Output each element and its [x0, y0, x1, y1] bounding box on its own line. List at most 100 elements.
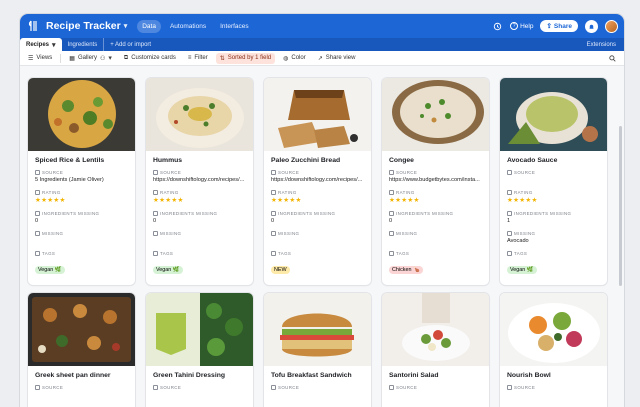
- gallery-view-button[interactable]: ▦ Gallery ⚇ ▾: [65, 52, 116, 64]
- recipe-photo: [382, 78, 489, 151]
- field-label-source: SOURCE: [507, 170, 600, 175]
- recipe-title: Greek sheet pan dinner: [35, 372, 111, 379]
- tag-pill: NEW: [271, 266, 290, 274]
- recipe-card[interactable]: Congee SOURCE https://www.budgetbytes.co…: [382, 78, 489, 285]
- help-button[interactable]: ? Help: [510, 22, 533, 30]
- base-name-menu[interactable]: Recipe Tracker ▾: [46, 20, 127, 32]
- list-icon: [507, 231, 512, 236]
- filter-icon: ≡: [187, 55, 192, 61]
- scrollbar[interactable]: [619, 126, 622, 286]
- views-label: Views: [36, 55, 53, 61]
- customize-cards-button[interactable]: ⧉ Customize cards: [120, 53, 180, 64]
- help-label: Help: [520, 22, 534, 30]
- field-label-tags: TAGS: [153, 251, 246, 256]
- extensions-button[interactable]: Extensions: [579, 38, 624, 51]
- share-view-button[interactable]: ↗ Share view: [314, 53, 360, 64]
- number-icon: [271, 211, 276, 216]
- divider: [60, 53, 62, 63]
- field-label-text: TAGS: [396, 251, 410, 256]
- customize-icon: ⧉: [123, 54, 129, 61]
- field-label-rating: RATING: [35, 190, 128, 195]
- field-label-text: MISSING: [42, 231, 64, 236]
- tab-interfaces[interactable]: Interfaces: [215, 20, 254, 33]
- field-label-missing-count: INGREDIENTS MISSING: [507, 211, 600, 216]
- field-label-text: TAGS: [160, 251, 174, 256]
- field-label-text: INGREDIENTS MISSING: [42, 211, 100, 216]
- rating-stars: ★★★★★: [271, 197, 302, 204]
- tag-icon: [389, 251, 394, 256]
- link-icon: [35, 385, 40, 390]
- field-label-text: TAGS: [42, 251, 56, 256]
- tab-data[interactable]: Data: [137, 19, 161, 33]
- recipe-card[interactable]: Greek sheet pan dinner SOURCE: [28, 293, 135, 407]
- recipe-card[interactable]: Green Tahini Dressing SOURCE: [146, 293, 253, 407]
- source-value: https://downshiftology.com/recipes/...: [153, 177, 245, 183]
- views-button[interactable]: ☰ Views: [24, 53, 56, 64]
- menu-icon: ☰: [28, 55, 34, 62]
- field-label-text: SOURCE: [278, 385, 300, 390]
- customize-label: Customize cards: [131, 55, 176, 61]
- number-icon: [389, 211, 394, 216]
- table-tab-ingredients[interactable]: Ingredients: [62, 38, 104, 51]
- notifications-icon[interactable]: [585, 19, 598, 33]
- star-icon: [153, 190, 158, 195]
- recipe-card[interactable]: Santorini Salad SOURCE: [382, 293, 489, 407]
- rating-stars: ★★★★★: [389, 197, 420, 204]
- recipe-title: Avocado Sauce: [507, 157, 558, 164]
- recipe-card[interactable]: Paleo Zucchini Bread SOURCE https://down…: [264, 78, 371, 285]
- field-label-missing: MISSING: [271, 231, 364, 236]
- filter-button[interactable]: ≡ Filter: [184, 53, 212, 63]
- field-label-tags: TAGS: [35, 251, 128, 256]
- recipe-title: Santorini Salad: [389, 372, 439, 379]
- recipe-photo: [264, 78, 371, 151]
- chevron-down-icon: ▾: [52, 41, 56, 49]
- rating-stars: ★★★★★: [35, 197, 66, 204]
- tag-icon: [35, 251, 40, 256]
- avatar[interactable]: [605, 19, 618, 33]
- field-label-text: MISSING: [160, 231, 182, 236]
- link-icon: [153, 170, 158, 175]
- field-label-tags: TAGS: [271, 251, 364, 256]
- field-label-text: SOURCE: [396, 170, 418, 175]
- recipe-photo: [28, 78, 135, 151]
- recipe-title: Spiced Rice & Lentils: [35, 157, 105, 164]
- field-label-source: SOURCE: [389, 385, 482, 390]
- color-button[interactable]: ◍ Color: [279, 53, 310, 64]
- tag-pill: Vegan 🌿: [153, 266, 183, 274]
- sort-icon: ⇅: [219, 55, 225, 62]
- field-label-text: TAGS: [278, 251, 292, 256]
- star-icon: [507, 190, 512, 195]
- add-or-import-button[interactable]: + Add or import: [103, 38, 157, 51]
- table-tab-recipes[interactable]: Recipes ▾: [20, 38, 62, 51]
- sort-label: Sorted by 1 field: [227, 55, 272, 61]
- recipe-title: Congee: [389, 157, 414, 164]
- tab-automations[interactable]: Automations: [165, 20, 211, 33]
- share-button[interactable]: ⇪ Share: [540, 20, 578, 32]
- base-logo-icon[interactable]: [26, 19, 40, 33]
- table-tab-label: Recipes: [26, 41, 50, 48]
- gallery: Spiced Rice & Lentils SOURCE 5 Ingredien…: [20, 66, 624, 407]
- search-icon[interactable]: [605, 53, 620, 64]
- field-label-rating: RATING: [507, 190, 600, 195]
- recipe-title: Tofu Breakfast Sandwich: [271, 372, 352, 379]
- history-icon[interactable]: [491, 20, 503, 32]
- table-tabs-bar: Recipes ▾ Ingredients + Add or import Ex…: [20, 38, 624, 51]
- tag-icon: [507, 251, 512, 256]
- source-value: https://www.budgetbytes.com/insta...: [389, 177, 480, 183]
- recipe-card[interactable]: Hummus SOURCE https://downshiftology.com…: [146, 78, 253, 285]
- field-label-text: MISSING: [514, 231, 536, 236]
- missing-count-value: 1: [507, 218, 511, 224]
- field-label-source: SOURCE: [35, 385, 128, 390]
- recipe-card[interactable]: Nourish Bowl SOURCE: [500, 293, 607, 407]
- field-label-source: SOURCE: [153, 385, 246, 390]
- filter-label: Filter: [194, 55, 208, 61]
- recipe-card[interactable]: Spiced Rice & Lentils SOURCE 5 Ingredien…: [28, 78, 135, 285]
- recipe-photo: [146, 293, 253, 366]
- recipe-photo: [264, 293, 371, 366]
- sort-button[interactable]: ⇅ Sorted by 1 field: [215, 52, 276, 64]
- recipe-card[interactable]: Avocado Sauce SOURCE RATING ★★★★★ INGRED…: [500, 78, 607, 285]
- color-icon: ◍: [283, 55, 289, 62]
- recipe-card[interactable]: Tofu Breakfast Sandwich SOURCE: [264, 293, 371, 407]
- list-icon: [389, 231, 394, 236]
- field-label-tags: TAGS: [389, 251, 482, 256]
